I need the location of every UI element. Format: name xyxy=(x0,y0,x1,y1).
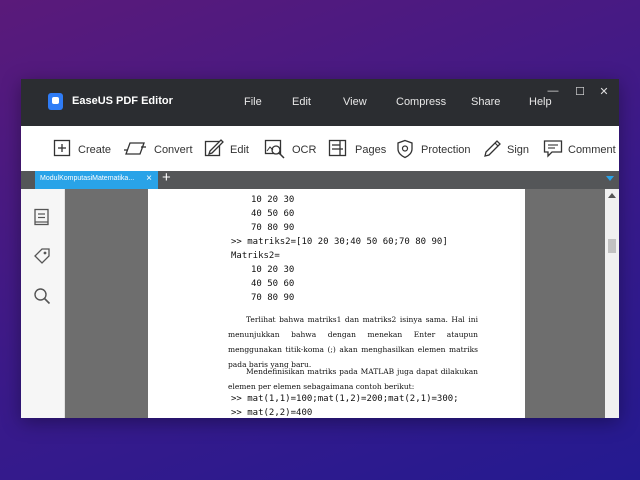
comment-label: Comment xyxy=(568,144,616,156)
code-variable: Matriks2= xyxy=(231,251,280,261)
pages-icon xyxy=(328,139,347,157)
maximize-button[interactable]: ☐ xyxy=(573,85,587,98)
shield-icon xyxy=(397,139,413,159)
menu-file[interactable]: File xyxy=(244,96,262,108)
vertical-scrollbar[interactable] xyxy=(605,189,619,418)
scroll-thumb[interactable] xyxy=(608,239,616,253)
pen-icon xyxy=(484,140,501,157)
tab-close-icon[interactable]: × xyxy=(146,173,152,184)
toolbar: Create Convert Edit OCR Pages Protection… xyxy=(21,126,619,171)
app-window: EaseUS PDF Editor File Edit View Compres… xyxy=(21,79,619,418)
edit-label: Edit xyxy=(230,144,249,156)
edit-icon xyxy=(204,139,224,157)
code-line: 40 50 60 xyxy=(251,279,295,289)
paragraph: Mendefinisikan matriks pada MATLAB juga … xyxy=(228,364,478,394)
search-icon[interactable] xyxy=(33,287,51,305)
close-button[interactable]: ✕ xyxy=(597,85,611,98)
tab-document[interactable]: ModulKomputasiMatematika... × xyxy=(35,171,158,189)
code-command: >> mat(2,2)=400 xyxy=(231,408,313,418)
protection-label: Protection xyxy=(421,144,471,156)
code-command: >> mat(1,1)=100;mat(1,2)=200;mat(2,1)=30… xyxy=(231,394,459,404)
tab-label: ModulKomputasiMatematika... xyxy=(40,175,135,182)
tab-dropdown-icon[interactable] xyxy=(606,176,614,181)
menu-view[interactable]: View xyxy=(343,96,367,108)
tag-icon[interactable] xyxy=(33,247,51,265)
menu-edit[interactable]: Edit xyxy=(292,96,311,108)
title-bar: EaseUS PDF Editor File Edit View Compres… xyxy=(21,79,619,126)
sign-label: Sign xyxy=(507,144,530,156)
paragraph: Terlihat bahwa matriks1 dan matriks2 isi… xyxy=(228,312,478,372)
paragraph-text: Mendefinisikan matriks pada MATLAB juga … xyxy=(228,367,478,391)
create-label: Create xyxy=(78,144,112,156)
document-canvas[interactable]: 10 20 30 40 50 60 70 80 90 >> matriks2=[… xyxy=(65,189,605,418)
pdf-page[interactable]: 10 20 30 40 50 60 70 80 90 >> matriks2=[… xyxy=(148,189,525,418)
code-line: 70 80 90 xyxy=(251,223,295,233)
scroll-up-icon[interactable] xyxy=(608,193,616,198)
minimize-button[interactable]: — xyxy=(546,85,560,97)
paragraph-text: Terlihat bahwa matriks1 dan matriks2 isi… xyxy=(228,315,478,369)
convert-label: Convert xyxy=(154,144,193,156)
ocr-label: OCR xyxy=(292,144,317,156)
left-sidebar xyxy=(21,189,65,418)
comment-icon xyxy=(543,140,563,158)
pages-label: Pages xyxy=(355,144,387,156)
convert-icon xyxy=(124,142,146,155)
plus-square-icon xyxy=(53,139,71,157)
code-line: 70 80 90 xyxy=(251,293,295,303)
app-logo-icon xyxy=(48,93,63,110)
ocr-icon xyxy=(264,139,285,159)
bookmark-icon[interactable] xyxy=(33,208,51,226)
app-title: EaseUS PDF Editor xyxy=(72,95,173,107)
menu-share[interactable]: Share xyxy=(471,96,500,108)
menu-compress[interactable]: Compress xyxy=(396,96,446,108)
tab-bar: ModulKomputasiMatematika... × + xyxy=(21,169,619,189)
code-command: >> matriks2=[10 20 30;40 50 60;70 80 90] xyxy=(231,237,448,247)
code-line: 40 50 60 xyxy=(251,209,295,219)
menu-help[interactable]: Help xyxy=(529,96,552,108)
add-tab-icon[interactable]: + xyxy=(162,169,171,186)
code-line: 10 20 30 xyxy=(251,195,295,205)
code-line: 10 20 30 xyxy=(251,265,295,275)
